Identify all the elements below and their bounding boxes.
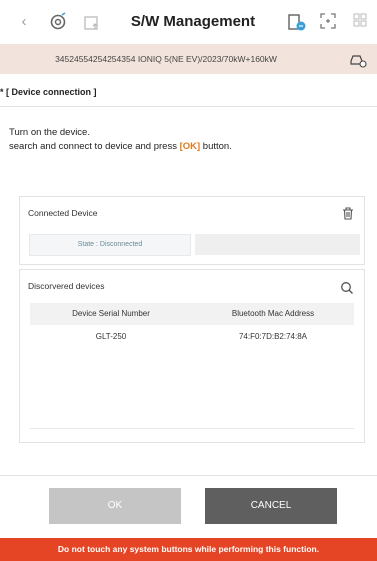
table-row[interactable]: GLT-250 74:F0:7D:B2:74:8A (30, 326, 354, 348)
vci-device-icon[interactable] (286, 12, 306, 32)
vehicle-model: IONIQ 5(NE EV)/2023/70kW+160kW (137, 54, 277, 64)
connection-state: State : Disconnected (29, 234, 191, 256)
warning-banner: Do not touch any system buttons while pe… (0, 538, 377, 561)
chevron-left-icon[interactable]: ‹ (14, 12, 34, 32)
connected-device-panel: Connected Device State : Disconnected (19, 196, 365, 265)
discovered-devices-label: Discorvered devices (28, 281, 105, 291)
grid-menu-icon[interactable] (350, 12, 370, 32)
screen-fit-icon[interactable] (318, 12, 338, 32)
ok-button[interactable]: OK (49, 488, 181, 524)
column-header-serial: Device Serial Number (72, 309, 150, 318)
instruction-line-1: Turn on the device. (9, 127, 90, 138)
connection-gear-icon[interactable] (48, 12, 68, 32)
divider (0, 106, 377, 107)
instruction-suffix: button. (200, 141, 232, 152)
top-bar: ‹ S/W Management (0, 0, 377, 45)
device-slot (195, 234, 360, 255)
device-mac: 74:F0:7D:B2:74:8A (238, 332, 308, 341)
vehicle-info-bar: 34524554254254354 IONIQ 5(NE EV)/2023/70… (0, 44, 377, 74)
home-upload-icon[interactable] (82, 12, 102, 32)
device-serial: GLT-250 (95, 332, 127, 341)
column-header-mac: Bluetooth Mac Address (231, 309, 315, 318)
search-icon[interactable] (340, 281, 354, 295)
vehicle-vin: 34524554254254354 (55, 54, 136, 64)
vehicle-settings-icon[interactable] (349, 50, 367, 68)
trash-icon[interactable] (342, 207, 354, 223)
vehicle-info: 34524554254254354 IONIQ 5(NE EV)/2023/70… (0, 44, 332, 74)
table-header: Device Serial Number Bluetooth Mac Addre… (30, 303, 354, 325)
instruction-text: search and connect to device and press (9, 141, 180, 152)
divider (0, 475, 377, 476)
ok-highlight: [OK] (179, 141, 201, 152)
instruction-line-2: search and connect to device and press [… (9, 140, 232, 154)
instructions: Turn on the device. search and connect t… (9, 126, 232, 154)
section-title: * [ Device connection ] (0, 87, 97, 97)
connected-device-label: Connected Device (28, 208, 98, 218)
cancel-button[interactable]: CANCEL (205, 488, 337, 524)
discovered-devices-panel: Discorvered devices Device Serial Number… (19, 269, 365, 443)
page-title: S/W Management (130, 13, 256, 30)
